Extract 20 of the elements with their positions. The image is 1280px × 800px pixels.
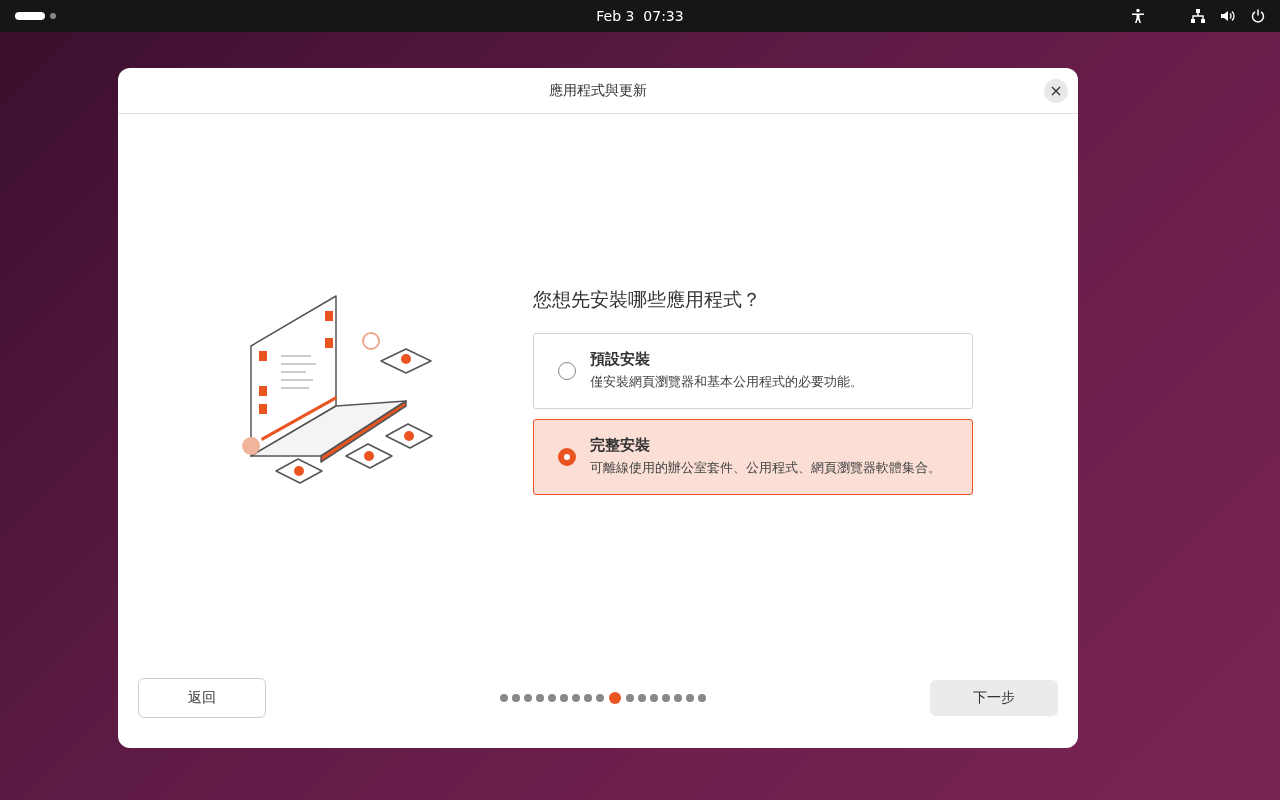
radio-button[interactable] (558, 448, 576, 466)
option-description: 僅安裝網頁瀏覽器和基本公用程式的必要功能。 (590, 373, 863, 392)
radio-button[interactable] (558, 362, 576, 380)
next-button[interactable]: 下一步 (930, 680, 1058, 716)
install-option[interactable]: 完整安裝 可離線使用的辦公室套件、公用程式、網頁瀏覽器軟體集合。 (533, 419, 973, 495)
dialog-title: 應用程式與更新 (549, 81, 647, 100)
close-icon[interactable] (1051, 86, 1061, 96)
workspace-indicator-icon[interactable] (15, 11, 59, 21)
back-button[interactable]: 返回 (138, 678, 266, 718)
volume-icon[interactable] (1220, 8, 1236, 24)
option-title: 預設安裝 (590, 350, 651, 370)
accessibility-icon[interactable] (1130, 8, 1146, 24)
option-description: 可離線使用的辦公室套件、公用程式、網頁瀏覽器軟體集合。 (590, 459, 941, 478)
network-icon[interactable] (1190, 8, 1206, 24)
install-option[interactable]: 預設安裝 僅安裝網頁瀏覽器和基本公用程式的必要功能。 (533, 333, 973, 409)
option-title: 完整安裝 (590, 436, 651, 456)
clock[interactable]: Feb 3 07:33 (580, 8, 700, 24)
close-button[interactable] (1044, 79, 1068, 103)
question-heading: 您想先安裝哪些應用程式？ (533, 287, 762, 312)
power-icon[interactable] (1250, 8, 1266, 24)
